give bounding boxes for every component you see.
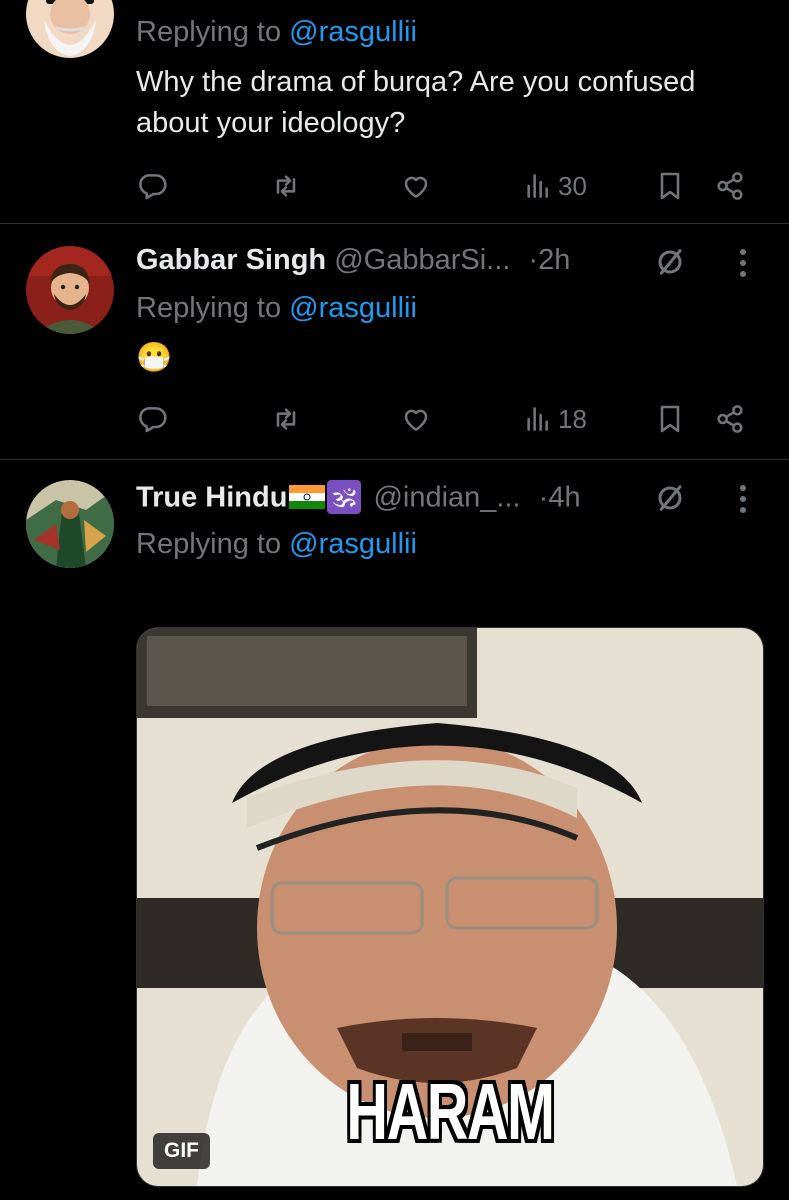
replying-prefix: Replying to bbox=[136, 292, 282, 324]
more-icon[interactable] bbox=[739, 484, 747, 514]
views-count: 18 bbox=[558, 403, 587, 434]
replying-prefix: Replying to bbox=[136, 528, 282, 560]
user-handle[interactable]: @GabbarSi... bbox=[334, 244, 510, 276]
timestamp[interactable]: 2h bbox=[538, 244, 570, 276]
india-flag-icon bbox=[289, 485, 326, 509]
user-handle[interactable]: @indian_... bbox=[373, 482, 520, 514]
tweet-text: Why the drama of burqa? Are you confused… bbox=[136, 66, 696, 139]
avatar[interactable] bbox=[26, 0, 114, 58]
grok-icon[interactable] bbox=[655, 247, 685, 277]
avatar[interactable] bbox=[26, 480, 114, 568]
like-button[interactable] bbox=[400, 166, 432, 206]
share-button[interactable] bbox=[714, 399, 746, 439]
gif-media[interactable]: HARAM GIF bbox=[136, 627, 764, 1187]
views-icon bbox=[527, 407, 548, 431]
retweet-button[interactable] bbox=[270, 399, 302, 439]
tweet-header: Gabbar Singh @GabbarSi... ·2h bbox=[136, 244, 570, 277]
grok-icon[interactable] bbox=[655, 483, 685, 513]
replying-to: Replying to @rasgullii bbox=[136, 16, 417, 49]
mention-link[interactable]: @rasgullii bbox=[289, 16, 417, 48]
retweet-icon bbox=[276, 408, 296, 430]
separator-dot: · bbox=[528, 244, 539, 276]
reply-button[interactable] bbox=[136, 399, 168, 439]
avatar-image bbox=[26, 480, 114, 568]
tweet-actions: 18 bbox=[0, 399, 789, 439]
avatar[interactable] bbox=[26, 246, 114, 334]
reply-icon bbox=[139, 407, 167, 433]
like-button[interactable] bbox=[400, 399, 432, 439]
separator-dot: · bbox=[538, 481, 549, 514]
views-count: 30 bbox=[558, 170, 587, 201]
share-button[interactable] bbox=[714, 166, 746, 206]
gif-caption: HARAM bbox=[346, 1067, 555, 1156]
share-icon bbox=[717, 172, 743, 200]
avatar-image bbox=[26, 246, 114, 334]
replying-prefix: Replying to bbox=[136, 16, 282, 48]
mention-link[interactable]: @rasgullii bbox=[289, 292, 417, 324]
retweet-icon bbox=[276, 175, 296, 197]
reply-icon bbox=[139, 174, 167, 200]
tweet-actions: 30 bbox=[0, 166, 789, 206]
bookmark-icon bbox=[660, 172, 680, 200]
replying-to: Replying to @rasgullii bbox=[136, 292, 417, 325]
like-icon bbox=[404, 176, 428, 198]
mention-link[interactable]: @rasgullii bbox=[289, 528, 417, 560]
timestamp[interactable]: 4h bbox=[548, 482, 580, 514]
share-icon bbox=[717, 405, 743, 433]
views-button[interactable]: 30 bbox=[522, 166, 587, 206]
like-icon bbox=[404, 409, 428, 431]
bookmark-button[interactable] bbox=[654, 166, 686, 206]
bookmark-button[interactable] bbox=[654, 399, 686, 439]
display-name[interactable]: Gabbar Singh bbox=[136, 244, 326, 276]
tweet-text: 😷 bbox=[136, 342, 173, 374]
more-icon[interactable] bbox=[739, 248, 747, 278]
retweet-button[interactable] bbox=[270, 166, 302, 206]
tweet-1[interactable]: Replying to @rasgullii Why the drama of … bbox=[0, 0, 789, 223]
avatar-image bbox=[26, 0, 114, 58]
reply-button[interactable] bbox=[136, 166, 168, 206]
tweet-header: True Hindu 🕉 @indian_... ·4h bbox=[136, 480, 581, 518]
gif-badge: GIF bbox=[153, 1133, 210, 1169]
replying-to: Replying to @rasgullii bbox=[136, 528, 417, 561]
views-button[interactable]: 18 bbox=[522, 399, 587, 439]
bookmark-icon bbox=[660, 405, 680, 433]
om-emoji: 🕉 bbox=[327, 480, 362, 514]
views-icon bbox=[527, 174, 548, 198]
display-name[interactable]: True Hindu bbox=[136, 482, 287, 514]
tweet-2[interactable]: Gabbar Singh @GabbarSi... ·2h Replying t… bbox=[0, 224, 789, 459]
